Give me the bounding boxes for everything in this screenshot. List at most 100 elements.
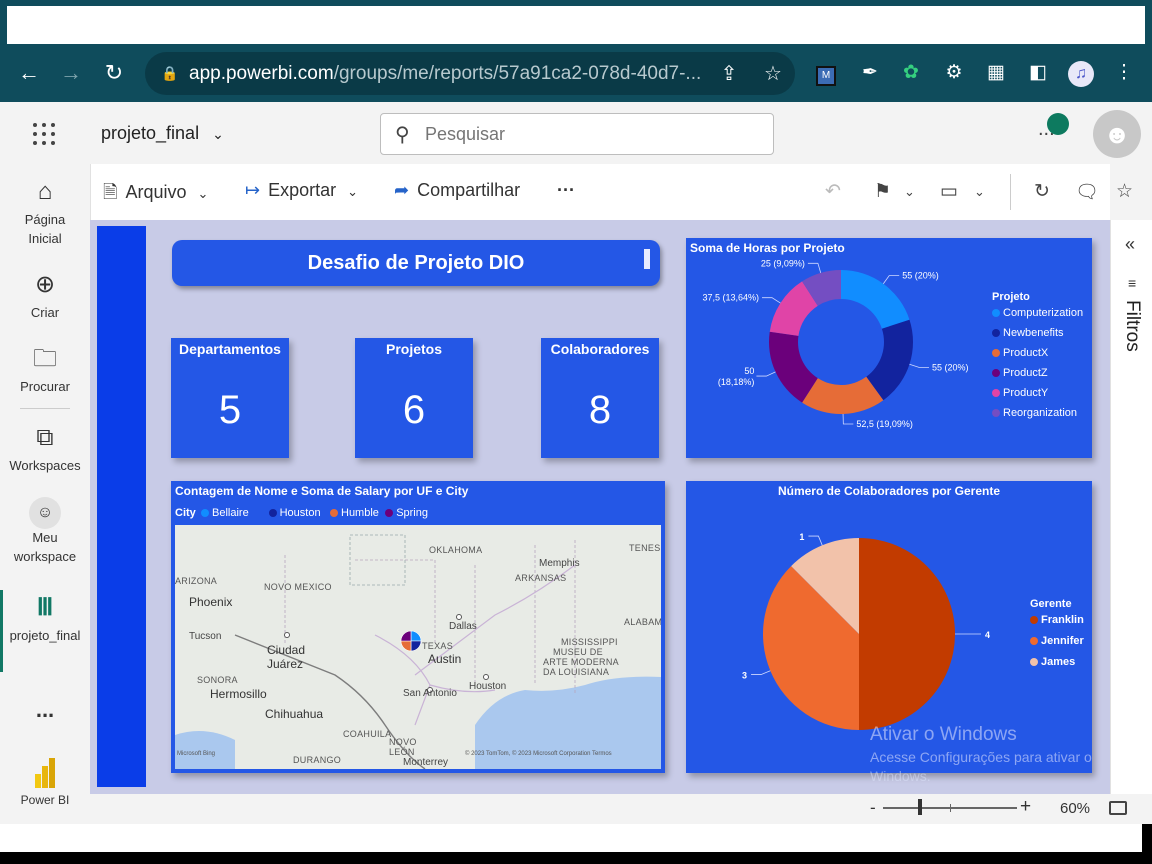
zoom-in-button[interactable]: + bbox=[1020, 796, 1031, 818]
reload-icon[interactable]: ↻ bbox=[100, 59, 128, 87]
status-bar: - + 60% bbox=[90, 794, 1152, 824]
app-launcher-icon[interactable] bbox=[33, 123, 55, 145]
zoom-level[interactable]: 60% bbox=[1060, 800, 1090, 817]
map-bubble-slice[interactable] bbox=[410, 640, 422, 652]
donut-leader-line bbox=[807, 262, 822, 274]
nav-my-workspace[interactable]: ☺ Meu workspace bbox=[0, 496, 90, 566]
nav-more-button[interactable]: ... bbox=[0, 699, 90, 721]
legend-label: Humble bbox=[341, 507, 379, 519]
favorite-star-icon[interactable]: ☆ bbox=[1116, 180, 1133, 203]
kpi-card-projetos[interactable]: Projetos 6 bbox=[355, 338, 473, 458]
ribbon-more-button[interactable]: ··· bbox=[557, 180, 575, 201]
pie-legend-item[interactable]: Franklin bbox=[1030, 614, 1084, 626]
profile-icon[interactable]: ♫ bbox=[1068, 59, 1094, 87]
map-area[interactable]: OKLAHOMA TENESS Memphis ARIZONA NOVO MEX… bbox=[175, 525, 661, 769]
undo-icon[interactable]: ↶ bbox=[825, 180, 841, 203]
nav-browse-label: Procurar bbox=[20, 379, 70, 394]
nav-report[interactable]: Ⅲ projeto_final bbox=[0, 594, 90, 645]
refresh-icon[interactable]: ↻ bbox=[1034, 180, 1050, 203]
donut-legend-item[interactable]: ProductZ bbox=[992, 367, 1048, 379]
puzzle-icon[interactable]: ▦ bbox=[984, 59, 1008, 87]
map-label: Dallas bbox=[449, 621, 477, 632]
extension-m-icon[interactable]: M bbox=[814, 59, 838, 87]
chevron-down-icon: ⌄ bbox=[197, 186, 209, 201]
sidepanel-icon[interactable]: ◧ bbox=[1026, 59, 1050, 87]
donut-legend-item[interactable]: ProductY bbox=[992, 387, 1048, 399]
nav-browse[interactable]: 🗀 Procurar bbox=[0, 345, 90, 396]
extension-gear-icon[interactable]: ⚙ bbox=[942, 59, 966, 87]
export-menu-button[interactable]: ↦ Exportar ⌄ bbox=[245, 180, 358, 201]
pie-slice-franklin[interactable] bbox=[859, 538, 955, 730]
nav-workspaces[interactable]: ⧉ Workspaces bbox=[0, 424, 90, 475]
url-path: /groups/me/reports/57a91ca2-078d-40d7-..… bbox=[333, 63, 702, 84]
filters-pane[interactable]: « ≡ Filtros bbox=[1110, 220, 1152, 794]
view-icon[interactable]: ▭ bbox=[940, 180, 958, 203]
address-bar[interactable]: 🔒 app.powerbi.com/groups/me/reports/57a9… bbox=[145, 52, 795, 95]
map-bubble-slice[interactable] bbox=[400, 640, 412, 652]
comment-icon[interactable]: 🗨 bbox=[1075, 180, 1099, 204]
map-bubble-slice[interactable] bbox=[410, 630, 422, 642]
map-visual[interactable]: Contagem de Nome e Soma de Salary por UF… bbox=[171, 481, 665, 773]
account-avatar[interactable]: ☻ bbox=[1093, 110, 1141, 158]
share-page-icon[interactable]: ⇪ bbox=[717, 62, 741, 86]
chevron-down-icon: ⌄ bbox=[212, 126, 224, 142]
chevron-down-icon[interactable]: ⌄ bbox=[974, 184, 985, 200]
bookmark-star-icon[interactable]: ☆ bbox=[761, 62, 785, 86]
extension-green-icon[interactable]: ✿ bbox=[899, 59, 923, 87]
nav-powerbi[interactable]: Power BI bbox=[0, 758, 90, 810]
map-bubble-slice[interactable] bbox=[400, 630, 412, 642]
map-label: Memphis bbox=[539, 558, 580, 569]
kpi-card-colaboradores[interactable]: Colaboradores 8 bbox=[541, 338, 659, 458]
pie-leader-line bbox=[751, 670, 771, 675]
map-bing-logo: Microsoft Bing bbox=[177, 751, 216, 757]
bookmark-icon[interactable]: ⚑ bbox=[874, 180, 891, 203]
donut-legend-item[interactable]: ProductX bbox=[992, 347, 1048, 359]
filters-label[interactable]: Filtros bbox=[1121, 300, 1143, 352]
map-legend-item[interactable]: Spring bbox=[385, 507, 428, 519]
donut-legend-item[interactable]: Computerization bbox=[992, 307, 1083, 319]
browser-menu-icon[interactable]: ⋮ bbox=[1112, 59, 1136, 87]
chevron-left-double-icon[interactable]: « bbox=[1125, 234, 1135, 255]
donut-legend-item[interactable]: Newbenefits bbox=[992, 327, 1064, 339]
windows-watermark-line: Acesse Configurações para ativar o bbox=[870, 749, 1092, 765]
pie-legend-item[interactable]: Jennifer bbox=[1030, 635, 1084, 647]
legend-dot bbox=[992, 309, 1000, 317]
nav-home[interactable]: ⌂ Página Inicial bbox=[0, 178, 90, 248]
map-label: Monterrey bbox=[403, 757, 449, 768]
pie-legend-item[interactable]: James bbox=[1030, 656, 1075, 668]
donut-data-label: (18,18%) bbox=[718, 377, 755, 387]
zoom-slider-handle[interactable] bbox=[918, 799, 922, 815]
legend-label: Reorganization bbox=[1003, 407, 1077, 419]
donut-visual[interactable]: Soma de Horas por Projeto 55 (20%) 55 (20… bbox=[686, 238, 1092, 458]
search-box[interactable]: ⚲ bbox=[380, 113, 774, 155]
share-button[interactable]: ➦ Compartilhar bbox=[394, 180, 520, 201]
file-menu-button[interactable]: 🗎 Arquivo ⌄ bbox=[103, 180, 208, 210]
map-copyright: © 2023 TomTom, © 2023 Microsoft Corporat… bbox=[465, 751, 612, 757]
pie-legend-title: Gerente bbox=[1030, 598, 1072, 610]
notification-badge[interactable] bbox=[1047, 113, 1069, 135]
map-legend-item[interactable]: Houston bbox=[268, 507, 321, 519]
map-bubble-houston[interactable] bbox=[400, 630, 430, 660]
nav-create[interactable]: ⊕ Criar bbox=[0, 271, 90, 322]
chevron-down-icon[interactable]: ⌄ bbox=[904, 184, 915, 200]
donut-legend-item[interactable]: Reorganization bbox=[992, 407, 1077, 419]
map-legend-item[interactable]: Bellaire bbox=[201, 507, 249, 519]
forward-icon[interactable]: → bbox=[57, 59, 85, 87]
back-icon[interactable]: ← bbox=[15, 59, 43, 87]
donut-slice-computerization[interactable] bbox=[841, 270, 910, 329]
report-name-dropdown[interactable]: projeto_final ⌄ bbox=[101, 123, 224, 144]
nav-report-label: projeto_final bbox=[9, 628, 81, 643]
donut-data-label: 50 bbox=[744, 366, 754, 376]
kpi-card-departamentos[interactable]: Departamentos 5 bbox=[171, 338, 289, 458]
url-text[interactable]: app.powerbi.com/groups/me/reports/57a91c… bbox=[189, 63, 701, 85]
map-legend-item[interactable]: Humble bbox=[330, 507, 379, 519]
donut-leader-line bbox=[882, 275, 900, 284]
eyedropper-icon[interactable]: ✒ bbox=[858, 59, 882, 87]
screen: ← → ↻ 🔒 app.powerbi.com/groups/me/report… bbox=[0, 0, 1152, 864]
search-input[interactable] bbox=[425, 123, 755, 145]
map-label: Tucson bbox=[189, 631, 222, 642]
fit-page-icon[interactable] bbox=[1109, 801, 1127, 815]
home-icon: ⌂ bbox=[37, 178, 53, 205]
zoom-out-button[interactable]: - bbox=[870, 798, 876, 818]
nav-my-workspace-label: Meu workspace bbox=[13, 530, 77, 564]
